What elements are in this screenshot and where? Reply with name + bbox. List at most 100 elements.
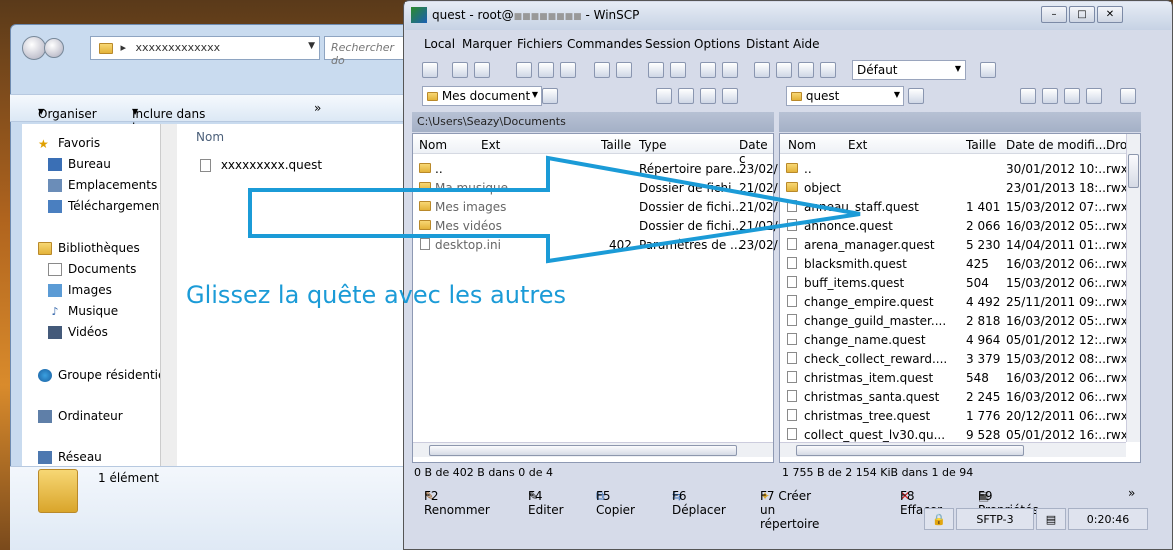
remote-tree-icon[interactable] [1120, 88, 1136, 104]
remote-col-rights[interactable]: Dro [1106, 138, 1127, 152]
remote-file-row[interactable]: object 23/01/2013 18:... rwx [784, 179, 1128, 198]
local-col-ext[interactable]: Ext [481, 138, 500, 152]
toolbar-filter-icon[interactable] [754, 62, 770, 78]
remote-col-size[interactable]: Taille [966, 138, 996, 152]
more-commands-button[interactable]: » [314, 101, 321, 115]
search-input[interactable]: Rechercher do [324, 36, 404, 67]
local-col-size[interactable]: Taille [601, 138, 631, 152]
toolbar-refresh-icon[interactable] [560, 62, 576, 78]
toolbar-sort-icon[interactable] [776, 62, 792, 78]
more-fkeys-button[interactable]: » [1128, 486, 1135, 500]
remote-vertical-scrollbar[interactable] [1126, 134, 1140, 442]
local-file-row[interactable]: Mes vidéos Dossier de fichi... 21/02/ [417, 217, 778, 236]
nav-libraries[interactable]: Bibliothèques [38, 241, 140, 255]
toolbar-putty-icon[interactable] [616, 62, 632, 78]
local-file-row[interactable]: Ma musique Dossier de fichi... 21/02/ [417, 179, 778, 198]
local-scroll-thumb[interactable] [429, 445, 737, 456]
nav-favorites[interactable]: ★ Favoris [38, 136, 100, 151]
local-refresh-icon[interactable] [722, 88, 738, 104]
local-col-name[interactable]: Nom [419, 138, 447, 152]
local-root-folder-icon[interactable] [678, 88, 694, 104]
remote-col-name[interactable]: Nom [788, 138, 816, 152]
nav-downloads[interactable]: Téléchargements [48, 199, 170, 213]
preferences-gear-icon[interactable] [422, 62, 438, 78]
remote-scroll-thumb[interactable] [796, 445, 1024, 456]
remote-refresh-icon[interactable] [1086, 88, 1102, 104]
remote-root-folder-icon[interactable] [1042, 88, 1058, 104]
chevron-down-icon[interactable]: ▼ [308, 41, 315, 51]
forward-button[interactable] [44, 38, 64, 58]
toolbar-abort-icon[interactable] [820, 62, 836, 78]
address-bar[interactable]: ▸ xxxxxxxxxxxxx ▼ [90, 36, 320, 60]
remote-row-name: christmas_item.quest [804, 371, 934, 385]
remote-file-row[interactable]: arena_manager.quest 5 230 14/04/2011 01:..… [784, 236, 1128, 255]
remote-col-date[interactable]: Date de modifi... [1006, 138, 1106, 152]
nav-documents[interactable]: Documents [48, 262, 136, 276]
toolbar-terminal-icon[interactable] [594, 62, 610, 78]
remote-path-select[interactable]: quest ▼ [786, 86, 904, 106]
toolbar-unselect-icon[interactable] [722, 62, 738, 78]
back-button[interactable] [22, 36, 46, 60]
toolbar-stop-icon[interactable] [798, 62, 814, 78]
menu-session[interactable]: Session [645, 37, 691, 51]
local-open-folder-icon[interactable] [542, 88, 558, 104]
nav-desktop[interactable]: Bureau [48, 157, 111, 171]
remote-file-row[interactable]: change_empire.quest 4 492 25/11/2011 09:..… [784, 293, 1128, 312]
toolbar-select-icon[interactable] [700, 62, 716, 78]
local-path-select[interactable]: Mes document ▼ [422, 86, 542, 106]
local-home-icon[interactable] [700, 88, 716, 104]
remote-file-row[interactable]: christmas_item.quest 548 16/03/2012 06:...… [784, 369, 1128, 388]
menu-commandes[interactable]: Commandes [567, 37, 642, 51]
remote-file-row[interactable]: change_guild_master.... 2 818 16/03/2012 0… [784, 312, 1128, 331]
menu-marquer[interactable]: Marquer [462, 37, 512, 51]
toolbar-open-icon[interactable] [452, 62, 468, 78]
nav-videos[interactable]: Vidéos [48, 325, 108, 339]
column-header-name[interactable]: Nom [196, 130, 224, 144]
explorer-nav-scrollbar[interactable] [160, 124, 177, 466]
nav-network[interactable]: Réseau [38, 450, 102, 464]
remote-col-ext[interactable]: Ext [848, 138, 867, 152]
toolbar-compare-icon[interactable] [538, 62, 554, 78]
remote-horizontal-scrollbar[interactable] [780, 442, 1126, 457]
transfer-preset-select[interactable]: Défaut ▼ [852, 60, 966, 80]
nav-computer[interactable]: Ordinateur [38, 409, 123, 423]
local-file-row[interactable]: desktop.ini 402 Paramètres de ... 23/02/ [417, 236, 778, 255]
remote-file-row[interactable]: christmas_santa.quest 2 245 16/03/2012 06:… [784, 388, 1128, 407]
local-file-row[interactable]: .. Répertoire pare... 23/02/ [417, 160, 778, 179]
menu-local[interactable]: Local [424, 37, 455, 51]
maximize-button[interactable]: □ [1069, 6, 1095, 23]
local-horizontal-scrollbar[interactable] [413, 442, 773, 457]
close-button[interactable]: ✕ [1097, 6, 1123, 23]
remote-file-row[interactable]: .. 30/01/2012 10:... rwx [784, 160, 1128, 179]
remote-file-row[interactable]: christmas_tree.quest 1 776 20/12/2011 06:.… [784, 407, 1128, 426]
remote-file-row[interactable]: anneau_staff.quest 1 401 15/03/2012 07:...… [784, 198, 1128, 217]
toolbar-session-icon[interactable] [980, 62, 996, 78]
toolbar-sync-icon[interactable] [516, 62, 532, 78]
nav-images[interactable]: Images [48, 283, 112, 297]
minimize-button[interactable]: – [1041, 6, 1067, 23]
local-file-row[interactable]: Mes images Dossier de fichi... 21/02/ [417, 198, 778, 217]
remote-file-row[interactable]: blacksmith.quest 425 16/03/2012 06:... rwx [784, 255, 1128, 274]
menu-distant[interactable]: Distant [746, 37, 789, 51]
nav-homegroup[interactable]: Groupe résidentiel [38, 368, 169, 382]
remote-home-icon[interactable] [1064, 88, 1080, 104]
menu-fichiers[interactable]: Fichiers [517, 37, 562, 51]
file-item[interactable]: xxxxxxxxx.quest [200, 158, 322, 172]
nav-music[interactable]: ♪ Musique [48, 304, 118, 318]
toolbar-queue-icon[interactable] [474, 62, 490, 78]
nav-recent[interactable]: Emplacements ré [48, 178, 173, 192]
remote-vscroll-thumb[interactable] [1128, 154, 1139, 188]
toolbar-find-icon[interactable] [670, 62, 686, 78]
remote-row-date: 25/11/2011 09:... [1006, 295, 1110, 309]
remote-file-row[interactable]: check_collect_reward.... 3 379 15/03/2012 … [784, 350, 1128, 369]
remote-parent-folder-icon[interactable] [1020, 88, 1036, 104]
remote-file-row[interactable]: buff_items.quest 504 15/03/2012 06:... rwx [784, 274, 1128, 293]
local-parent-folder-icon[interactable] [656, 88, 672, 104]
menu-aide[interactable]: Aide [793, 37, 820, 51]
local-col-type[interactable]: Type [639, 138, 667, 152]
toolbar-transfer-icon[interactable] [648, 62, 664, 78]
remote-file-row[interactable]: change_name.quest 4 964 05/01/2012 12:... r… [784, 331, 1128, 350]
remote-file-row[interactable]: annonce.quest 2 066 16/03/2012 05:... rwx [784, 217, 1128, 236]
menu-options[interactable]: Options [694, 37, 740, 51]
remote-open-folder-icon[interactable] [908, 88, 924, 104]
